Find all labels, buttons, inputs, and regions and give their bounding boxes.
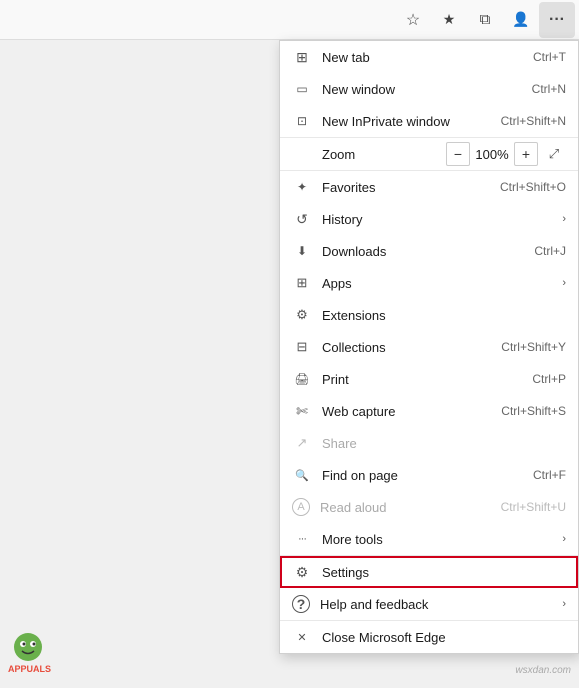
findonpage-icon [292, 465, 312, 485]
menu-item-favorites[interactable]: Favorites Ctrl+Shift+O [280, 171, 578, 203]
menu-item-close-edge[interactable]: Close Microsoft Edge [280, 621, 578, 653]
apps-label: Apps [322, 276, 556, 291]
help-icon [292, 595, 310, 613]
user-button[interactable] [503, 2, 539, 38]
watermark: wsxdan.com [515, 665, 571, 676]
webcapture-icon [292, 401, 312, 421]
downloads-shortcut: Ctrl+J [534, 244, 566, 258]
tabs-icon [480, 11, 491, 29]
collections-shortcut: Ctrl+Shift+Y [501, 340, 566, 354]
menu-item-collections[interactable]: Collections Ctrl+Shift+Y [280, 331, 578, 363]
zoom-decrease-button[interactable]: − [446, 142, 470, 166]
menu-item-share[interactable]: Share [280, 427, 578, 459]
new-window-shortcut: Ctrl+N [532, 82, 566, 96]
menu-item-settings[interactable]: Settings [280, 556, 578, 588]
browser-toolbar [0, 0, 579, 40]
menu-item-readaloud[interactable]: Read aloud Ctrl+Shift+U [280, 491, 578, 523]
svg-text:APPUALS: APPUALS [8, 664, 51, 674]
share-icon [292, 433, 312, 453]
extensions-icon [292, 305, 312, 325]
menu-item-downloads[interactable]: Downloads Ctrl+J [280, 235, 578, 267]
menu-item-findonpage[interactable]: Find on page Ctrl+F [280, 459, 578, 491]
newtab-icon [292, 47, 312, 67]
history-label: History [322, 212, 556, 227]
menu-item-help[interactable]: Help and feedback › [280, 588, 578, 620]
readaloud-icon [292, 498, 310, 516]
menu-item-new-tab[interactable]: New tab Ctrl+T [280, 41, 578, 73]
new-tab-shortcut: Ctrl+T [533, 50, 566, 64]
star-button[interactable] [395, 2, 431, 38]
menu-item-print[interactable]: Print Ctrl+P [280, 363, 578, 395]
menu-item-extensions[interactable]: Extensions [280, 299, 578, 331]
tabs-button[interactable] [467, 2, 503, 38]
favorites-shortcut: Ctrl+Shift+O [500, 180, 566, 194]
zoom-row: Zoom − 100% + ⤢ [280, 138, 578, 171]
star-list-icon [443, 11, 456, 29]
new-window-label: New window [322, 82, 532, 97]
favorites-label: Favorites [322, 180, 500, 195]
inprivate-icon [292, 111, 312, 131]
help-label: Help and feedback [320, 597, 556, 612]
findonpage-label: Find on page [322, 468, 533, 483]
actions-section: Favorites Ctrl+Shift+O History › Downloa… [280, 171, 578, 556]
page-content [0, 40, 280, 688]
more-button[interactable] [539, 2, 575, 38]
print-shortcut: Ctrl+P [532, 372, 566, 386]
settings-section: Settings Help and feedback › [280, 556, 578, 621]
moretools-icon [292, 529, 312, 549]
history-icon [292, 209, 312, 229]
findonpage-shortcut: Ctrl+F [533, 468, 566, 482]
menu-item-new-window[interactable]: New window Ctrl+N [280, 73, 578, 105]
help-chevron: › [562, 598, 566, 610]
collections-icon [292, 337, 312, 357]
star-icon [406, 10, 420, 30]
history-chevron: › [562, 213, 566, 225]
close-icon [292, 627, 312, 647]
moretools-label: More tools [322, 532, 556, 547]
zoom-expand-button[interactable]: ⤢ [542, 142, 566, 166]
apps-icon [292, 273, 312, 293]
moretools-chevron: › [562, 533, 566, 545]
zoom-label: Zoom [292, 147, 446, 162]
extensions-label: Extensions [322, 308, 566, 323]
settings-icon [292, 562, 312, 582]
readaloud-label: Read aloud [320, 500, 501, 515]
settings-label: Settings [322, 565, 566, 580]
readaloud-shortcut: Ctrl+Shift+U [501, 500, 566, 514]
favorites-icon [292, 177, 312, 197]
menu-item-webcapture[interactable]: Web capture Ctrl+Shift+S [280, 395, 578, 427]
webcapture-label: Web capture [322, 404, 501, 419]
menu-item-moretools[interactable]: More tools › [280, 523, 578, 555]
print-label: Print [322, 372, 532, 387]
user-icon [512, 11, 529, 29]
apps-chevron: › [562, 277, 566, 289]
inprivate-label: New InPrivate window [322, 114, 501, 129]
more-icon [549, 11, 565, 29]
downloads-icon [292, 241, 312, 261]
favorites-button[interactable] [431, 2, 467, 38]
menu-item-apps[interactable]: Apps › [280, 267, 578, 299]
collections-label: Collections [322, 340, 501, 355]
inprivate-shortcut: Ctrl+Shift+N [501, 114, 566, 128]
zoom-controls: − 100% + [446, 142, 538, 166]
share-label: Share [322, 436, 566, 451]
print-icon [292, 369, 312, 389]
downloads-label: Downloads [322, 244, 534, 259]
context-menu: New tab Ctrl+T New window Ctrl+N New InP… [279, 40, 579, 654]
new-section: New tab Ctrl+T New window Ctrl+N New InP… [280, 41, 578, 138]
window-icon [292, 79, 312, 99]
webcapture-shortcut: Ctrl+Shift+S [501, 404, 566, 418]
new-tab-label: New tab [322, 50, 533, 65]
appuas-logo: APPUALS [8, 627, 68, 680]
close-edge-label: Close Microsoft Edge [322, 630, 566, 645]
zoom-increase-button[interactable]: + [514, 142, 538, 166]
zoom-value: 100% [474, 147, 510, 162]
menu-item-history[interactable]: History › [280, 203, 578, 235]
menu-item-inprivate[interactable]: New InPrivate window Ctrl+Shift+N [280, 105, 578, 137]
